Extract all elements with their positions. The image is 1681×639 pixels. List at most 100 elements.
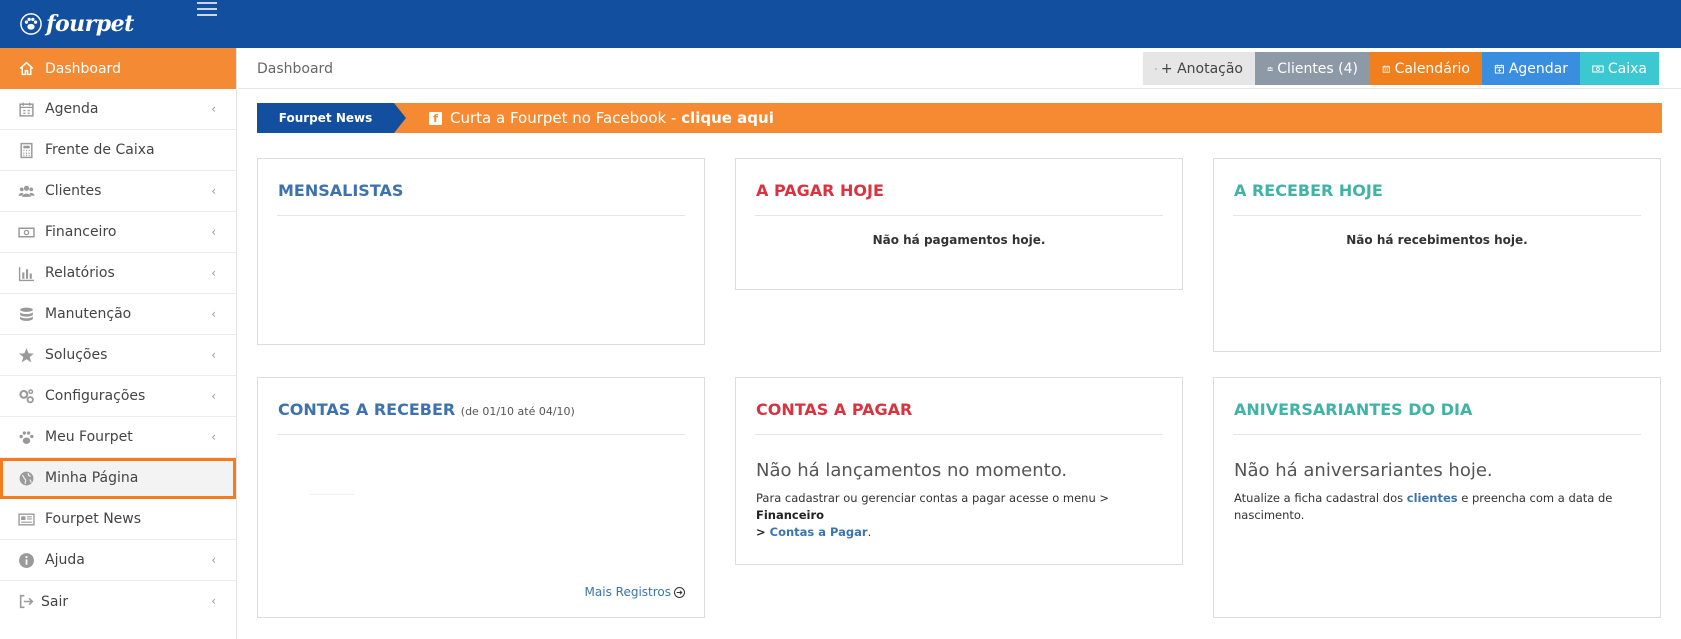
calendar-icon bbox=[1382, 65, 1390, 73]
sidebar-item-sair[interactable]: Sair ‹ bbox=[0, 581, 236, 622]
sidebar: Dashboard Agenda ‹ Frente de Caixa Clien… bbox=[0, 48, 237, 639]
divider bbox=[1233, 434, 1641, 435]
sidebar-item-label: Dashboard bbox=[45, 60, 121, 77]
globe-icon bbox=[18, 470, 35, 487]
empty-message: Não há aniversariantes hoje. bbox=[1234, 460, 1493, 481]
logo-text: fourpet bbox=[46, 11, 134, 37]
sidebar-item-meu-fourpet[interactable]: Meu Fourpet ‹ bbox=[0, 417, 236, 458]
sidebar-item-label: Relatórios bbox=[45, 265, 115, 281]
card-a-receber-hoje: A RECEBER HOJE Não há recebimentos hoje. bbox=[1213, 158, 1661, 352]
calculator-icon bbox=[18, 142, 35, 159]
sidebar-item-dashboard[interactable]: Dashboard bbox=[0, 48, 236, 89]
card-title: A PAGAR HOJE bbox=[756, 181, 884, 200]
empty-message: Não há recebimentos hoje. bbox=[1346, 233, 1528, 247]
app-logo[interactable]: fourpet bbox=[20, 9, 134, 39]
sidebar-item-label: Soluções bbox=[45, 347, 108, 363]
chevron-left-icon: ‹ bbox=[211, 594, 216, 608]
sidebar-item-label: Sair bbox=[41, 593, 69, 610]
sign-out-icon bbox=[18, 593, 35, 610]
sidebar-item-minha-pagina[interactable]: Minha Página bbox=[0, 458, 236, 499]
breadcrumb-bar: Dashboard + Anotação Clientes (4) Calend… bbox=[238, 48, 1681, 89]
placeholder-line bbox=[310, 494, 355, 495]
menu-toggle-icon[interactable] bbox=[197, 2, 217, 16]
sidebar-item-label: Financeiro bbox=[45, 224, 117, 240]
divider bbox=[277, 215, 685, 216]
card-contas-a-pagar: CONTAS A PAGAR Não há lançamentos no mom… bbox=[735, 377, 1183, 565]
divider bbox=[277, 434, 685, 435]
sidebar-item-manutencao[interactable]: Manutenção ‹ bbox=[0, 294, 236, 335]
gears-icon bbox=[18, 388, 35, 405]
card-mensalistas: MENSALISTAS bbox=[257, 158, 705, 345]
news-text: Curta a Fourpet no Facebook - clique aqu… bbox=[450, 109, 774, 127]
clientes-link[interactable]: clientes bbox=[1407, 491, 1458, 505]
help-text: Para cadastrar ou gerenciar contas a pag… bbox=[756, 491, 1110, 539]
card-contas-a-receber: CONTAS A RECEBER (de 01/10 até 04/10) Ma… bbox=[257, 377, 705, 618]
agendar-button[interactable]: Agendar bbox=[1482, 52, 1580, 85]
calendar-plus-icon bbox=[1494, 64, 1504, 74]
chevron-left-icon: ‹ bbox=[211, 184, 216, 198]
help-text: Atualize a ficha cadastral dos clientes … bbox=[1234, 491, 1613, 522]
chevron-left-icon: ‹ bbox=[211, 307, 216, 321]
sidebar-item-label: Clientes bbox=[45, 183, 102, 199]
sidebar-item-label: Fourpet News bbox=[45, 511, 142, 527]
database-icon bbox=[18, 306, 35, 323]
sidebar-item-fourpet-news[interactable]: Fourpet News bbox=[0, 499, 236, 540]
chevron-left-icon: ‹ bbox=[211, 348, 216, 362]
chevron-left-icon: ‹ bbox=[211, 266, 216, 280]
chevron-left-icon: ‹ bbox=[211, 553, 216, 567]
sidebar-item-configuracoes[interactable]: Configurações ‹ bbox=[0, 376, 236, 417]
news-bar: Fourpet News f Curta a Fourpet no Facebo… bbox=[257, 103, 1662, 133]
caixa-button[interactable]: Caixa bbox=[1580, 52, 1659, 85]
news-label: Fourpet News bbox=[257, 103, 394, 133]
date-range: (de 01/10 até 04/10) bbox=[460, 405, 575, 418]
empty-message: Não há lançamentos no momento. bbox=[756, 460, 1068, 481]
sidebar-item-clientes[interactable]: Clientes ‹ bbox=[0, 171, 236, 212]
breadcrumb: Dashboard bbox=[257, 61, 333, 77]
sidebar-item-solucoes[interactable]: Soluções ‹ bbox=[0, 335, 236, 376]
sidebar-item-label: Configurações bbox=[45, 388, 146, 404]
top-bar: fourpet bbox=[0, 0, 1681, 48]
info-icon bbox=[18, 552, 35, 569]
sidebar-item-financeiro[interactable]: Financeiro ‹ bbox=[0, 212, 236, 253]
card-title: MENSALISTAS bbox=[278, 181, 404, 200]
sidebar-item-agenda[interactable]: Agenda ‹ bbox=[0, 89, 236, 130]
sidebar-item-label: Manutenção bbox=[45, 306, 132, 322]
money-icon bbox=[1592, 65, 1604, 72]
facebook-icon: f bbox=[429, 111, 442, 125]
chevron-left-icon: ‹ bbox=[211, 225, 216, 239]
card-title: CONTAS A RECEBER (de 01/10 até 04/10) bbox=[278, 400, 575, 419]
more-records-link[interactable]: Mais Registros ➜ bbox=[585, 585, 685, 599]
divider bbox=[755, 434, 1163, 435]
contas-a-pagar-link[interactable]: Contas a Pagar bbox=[770, 525, 868, 539]
arrow-circle-right-icon: ➜ bbox=[674, 586, 685, 598]
sidebar-item-label: Minha Página bbox=[45, 470, 139, 486]
bar-chart-icon bbox=[18, 265, 35, 282]
users-icon bbox=[18, 183, 35, 200]
sidebar-item-label: Ajuda bbox=[45, 552, 85, 568]
calendario-button[interactable]: Calendário bbox=[1370, 52, 1482, 85]
users-icon bbox=[1267, 66, 1274, 71]
quick-actions: + Anotação Clientes (4) Calendário Agend… bbox=[1143, 52, 1659, 85]
paw-icon bbox=[20, 13, 42, 35]
chevron-left-icon: ‹ bbox=[211, 430, 216, 444]
sidebar-item-label: Agenda bbox=[45, 101, 99, 117]
star-icon bbox=[18, 347, 35, 364]
sidebar-item-relatorios[interactable]: Relatórios ‹ bbox=[0, 253, 236, 294]
anotacao-button[interactable]: + Anotação bbox=[1143, 52, 1255, 85]
sidebar-item-label: Meu Fourpet bbox=[45, 429, 133, 445]
clientes-button[interactable]: Clientes (4) bbox=[1255, 52, 1370, 85]
sidebar-item-ajuda[interactable]: Ajuda ‹ bbox=[0, 540, 236, 581]
news-link[interactable]: clique aqui bbox=[681, 109, 774, 127]
paw-icon bbox=[18, 429, 35, 446]
chevron-left-icon: ‹ bbox=[211, 102, 216, 116]
chevron-left-icon: ‹ bbox=[211, 389, 216, 403]
sidebar-item-label: Frente de Caixa bbox=[45, 142, 155, 158]
news-facebook-link[interactable]: f Curta a Fourpet no Facebook - clique a… bbox=[429, 103, 774, 133]
card-title: A RECEBER HOJE bbox=[1234, 181, 1383, 200]
main-content: Dashboard + Anotação Clientes (4) Calend… bbox=[238, 48, 1681, 639]
newspaper-icon bbox=[18, 511, 35, 528]
sidebar-item-frente-de-caixa[interactable]: Frente de Caixa bbox=[0, 130, 236, 171]
divider bbox=[755, 215, 1163, 216]
divider bbox=[1233, 215, 1641, 216]
edit-icon bbox=[1155, 67, 1157, 70]
